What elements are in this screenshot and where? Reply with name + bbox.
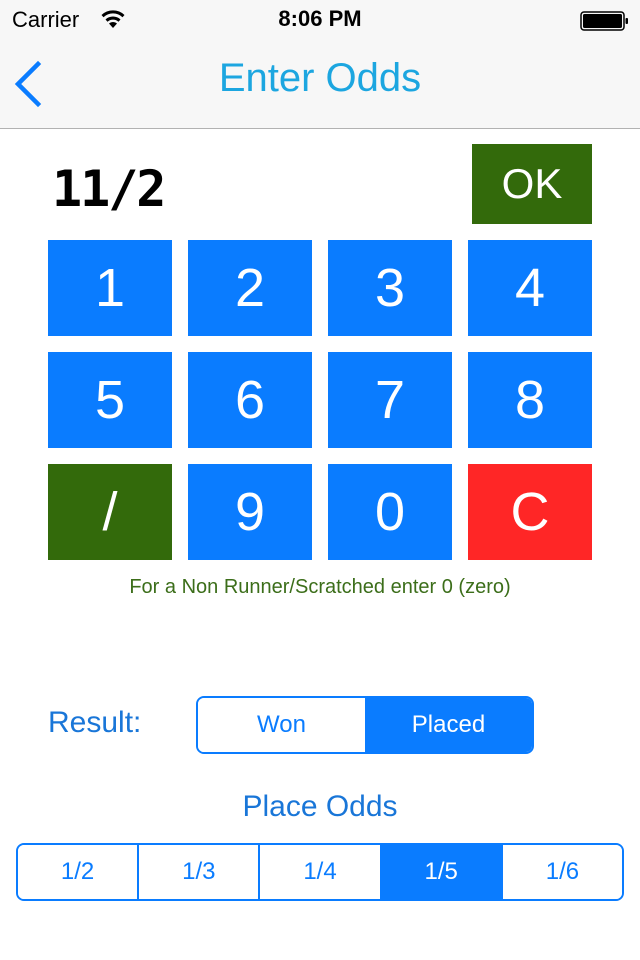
key-1[interactable]: 1 [48,240,172,336]
key-7[interactable]: 7 [328,352,452,448]
clock: 8:06 PM [278,6,362,31]
place-odds-option[interactable]: 1/6 [500,845,622,899]
non-runner-hint: For a Non Runner/Scratched enter 0 (zero… [129,576,511,598]
ok-button[interactable]: OK [472,144,592,224]
key-3[interactable]: 3 [328,240,452,336]
result-segmented-control: Won Placed [196,696,534,754]
place-odds-option[interactable]: 1/2 [18,845,138,899]
keypad: 1 2 3 4 5 6 7 8 / 9 0 C [48,240,592,560]
status-bar: Carrier 8:06 PM [0,0,640,40]
place-odds-title: Place Odds [242,790,398,823]
navigation-bar: Enter Odds [0,40,640,129]
place-odds-option[interactable]: 1/4 [258,845,380,899]
result-label: Result: [48,706,142,739]
key-2[interactable]: 2 [188,240,312,336]
odds-display: 11/2 [52,160,166,218]
key-9[interactable]: 9 [188,464,312,560]
key-6[interactable]: 6 [188,352,312,448]
battery-full-icon [580,11,628,31]
key-8[interactable]: 8 [468,352,592,448]
key-clear[interactable]: C [468,464,592,560]
place-odds-segmented-control: 1/2 1/3 1/4 1/5 1/6 [16,843,624,901]
key-4[interactable]: 4 [468,240,592,336]
result-option-placed[interactable]: Placed [365,698,532,752]
key-5[interactable]: 5 [48,352,172,448]
key-0[interactable]: 0 [328,464,452,560]
result-option-won[interactable]: Won [198,698,365,752]
place-odds-option[interactable]: 1/3 [137,845,259,899]
page-title: Enter Odds [218,56,422,100]
key-slash[interactable]: / [48,464,172,560]
place-odds-option[interactable]: 1/5 [379,845,501,899]
